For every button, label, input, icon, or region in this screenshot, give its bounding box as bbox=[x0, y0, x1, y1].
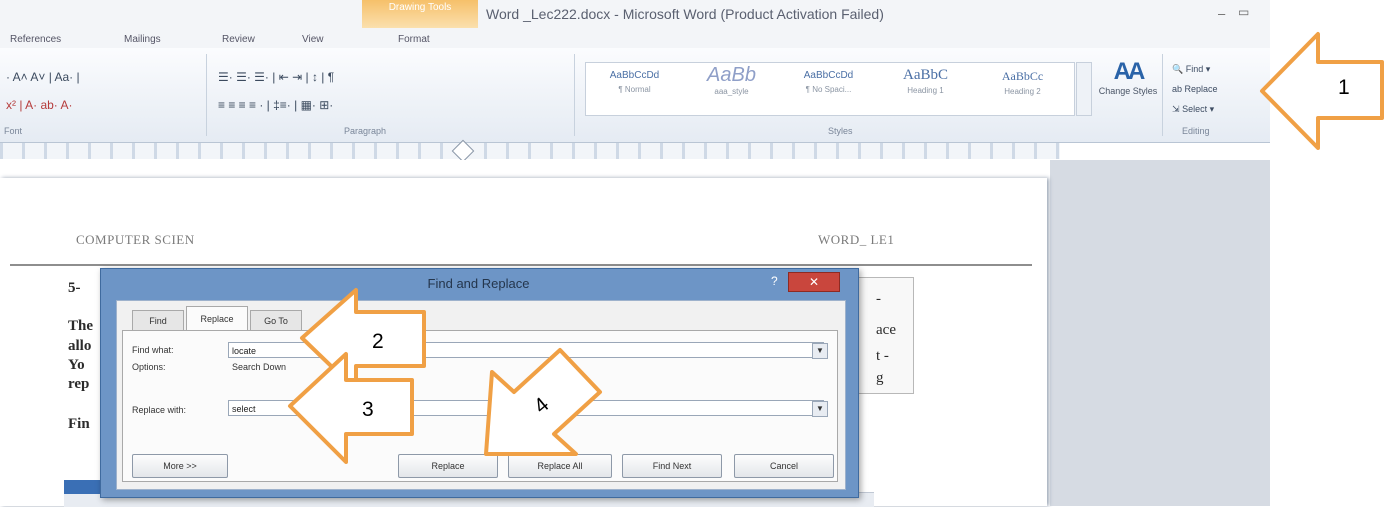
annotation-arrow-1 bbox=[1260, 32, 1384, 150]
annotation-number-1: 1 bbox=[1338, 76, 1350, 99]
annotation-number-2: 2 bbox=[372, 330, 384, 353]
annotation-number-3: 3 bbox=[362, 398, 374, 421]
annotation-layer bbox=[288, 32, 1384, 464]
annotation-arrow-2 bbox=[300, 288, 426, 392]
